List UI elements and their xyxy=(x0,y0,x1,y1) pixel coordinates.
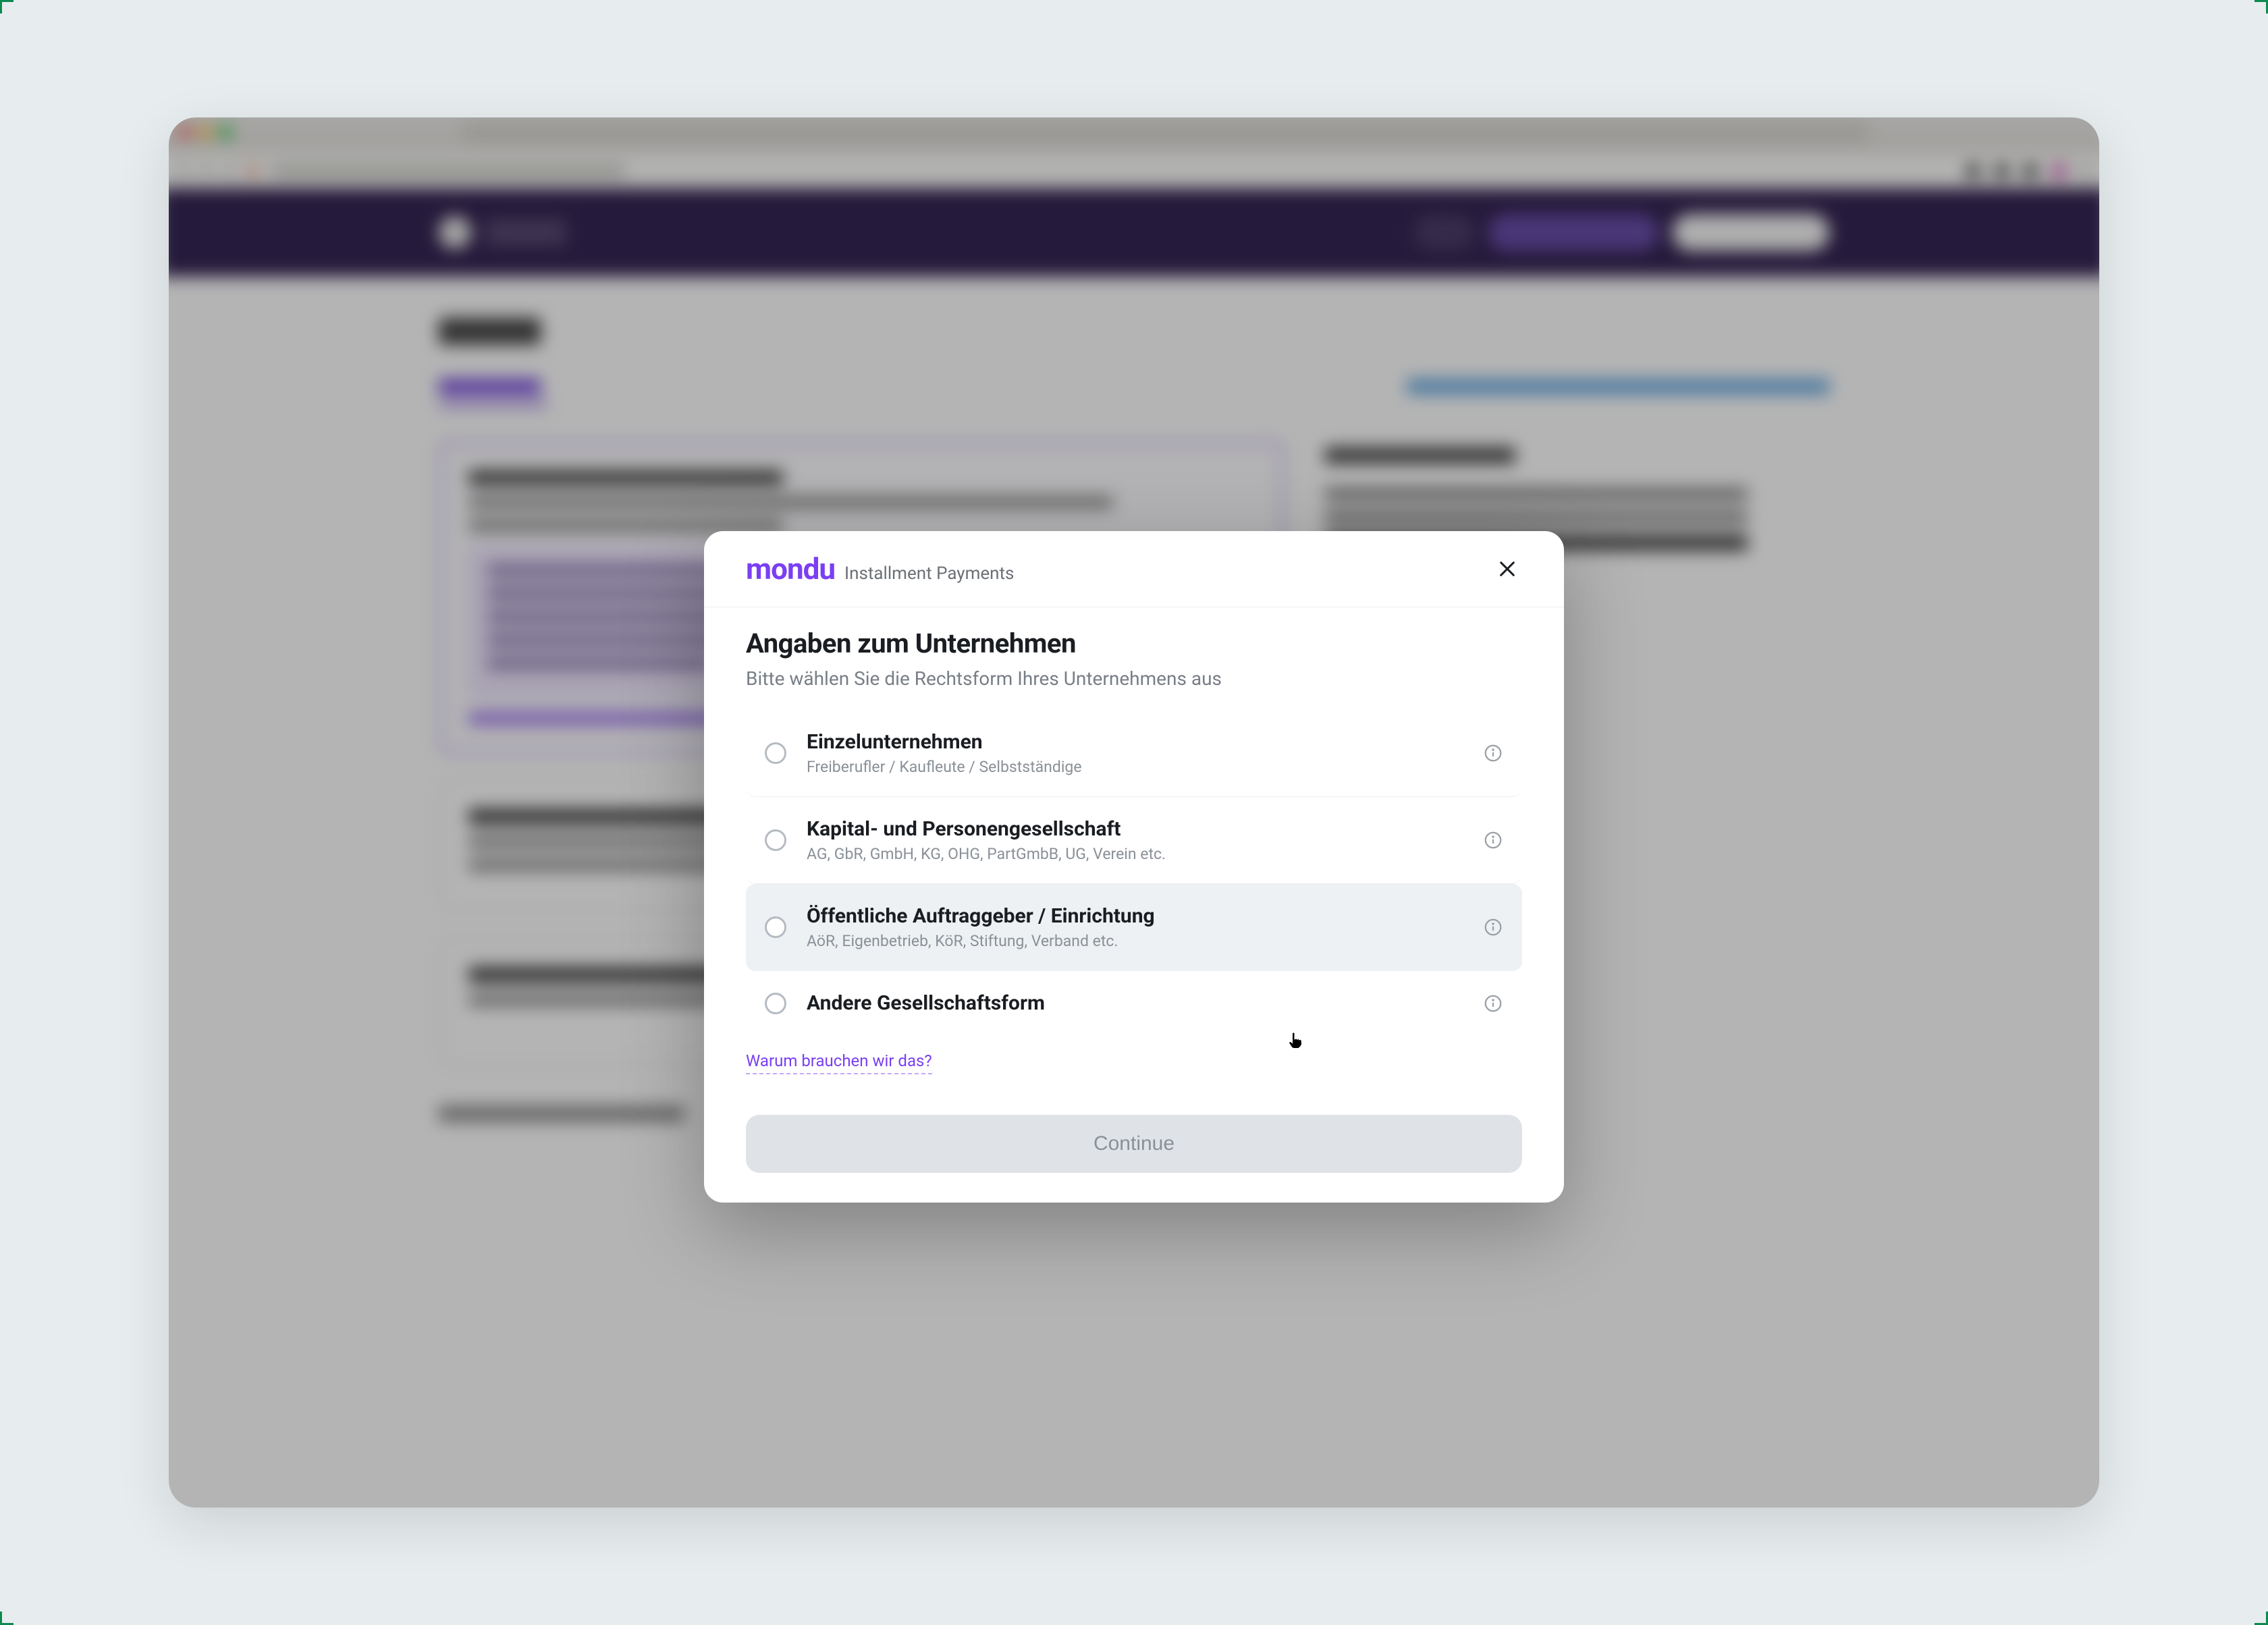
option-title: Kapital- und Personengesellschaft xyxy=(807,816,1463,842)
close-button[interactable] xyxy=(1492,554,1522,584)
option-einzelunternehmen[interactable]: Einzelunternehmen Freiberufler / Kaufleu… xyxy=(746,710,1522,797)
option-subtitle: AöR, Eigenbetrieb, KöR, Stiftung, Verban… xyxy=(807,931,1463,952)
company-legal-form-modal: mondu Installment Payments Angaben zum U… xyxy=(704,531,1564,1203)
why-do-we-need-this-link[interactable]: Warum brauchen wir das? xyxy=(746,1051,932,1074)
option-title: Öffentliche Auftraggeber / Einrichtung xyxy=(807,903,1463,929)
option-subtitle: AG, GbR, GmbH, KG, OHG, PartGmbB, UG, Ve… xyxy=(807,844,1463,864)
continue-button[interactable]: Continue xyxy=(746,1115,1522,1173)
radio-unchecked-icon xyxy=(765,829,786,851)
option-title: Einzelunternehmen xyxy=(807,729,1463,755)
legal-form-options: Einzelunternehmen Freiberufler / Kaufleu… xyxy=(746,710,1522,1035)
info-icon[interactable] xyxy=(1483,917,1503,937)
info-icon[interactable] xyxy=(1483,830,1503,850)
option-andere-gesellschaftsform[interactable]: Andere Gesellschaftsform xyxy=(746,971,1522,1035)
info-icon[interactable] xyxy=(1483,993,1503,1014)
radio-unchecked-icon xyxy=(765,742,786,764)
modal-header: mondu Installment Payments xyxy=(704,531,1564,607)
product-line-label: Installment Payments xyxy=(844,563,1014,584)
option-kapital-personengesellschaft[interactable]: Kapital- und Personengesellschaft AG, Gb… xyxy=(746,797,1522,884)
info-icon[interactable] xyxy=(1483,743,1503,763)
mondu-logo: mondu xyxy=(746,551,835,586)
brand: mondu Installment Payments xyxy=(746,551,1014,586)
option-subtitle: Freiberufler / Kaufleute / Selbstständig… xyxy=(807,756,1463,777)
option-title: Andere Gesellschaftsform xyxy=(807,990,1463,1016)
radio-unchecked-icon xyxy=(765,993,786,1014)
modal-title: Angaben zum Unternehmen xyxy=(746,628,1522,659)
close-icon xyxy=(1496,558,1518,580)
radio-unchecked-icon xyxy=(765,916,786,938)
browser-window: mondu Installment Payments Angaben zum U… xyxy=(169,117,2099,1508)
option-oeffentliche-auftraggeber[interactable]: Öffentliche Auftraggeber / Einrichtung A… xyxy=(746,884,1522,971)
modal-description: Bitte wählen Sie die Rechtsform Ihres Un… xyxy=(746,667,1522,690)
